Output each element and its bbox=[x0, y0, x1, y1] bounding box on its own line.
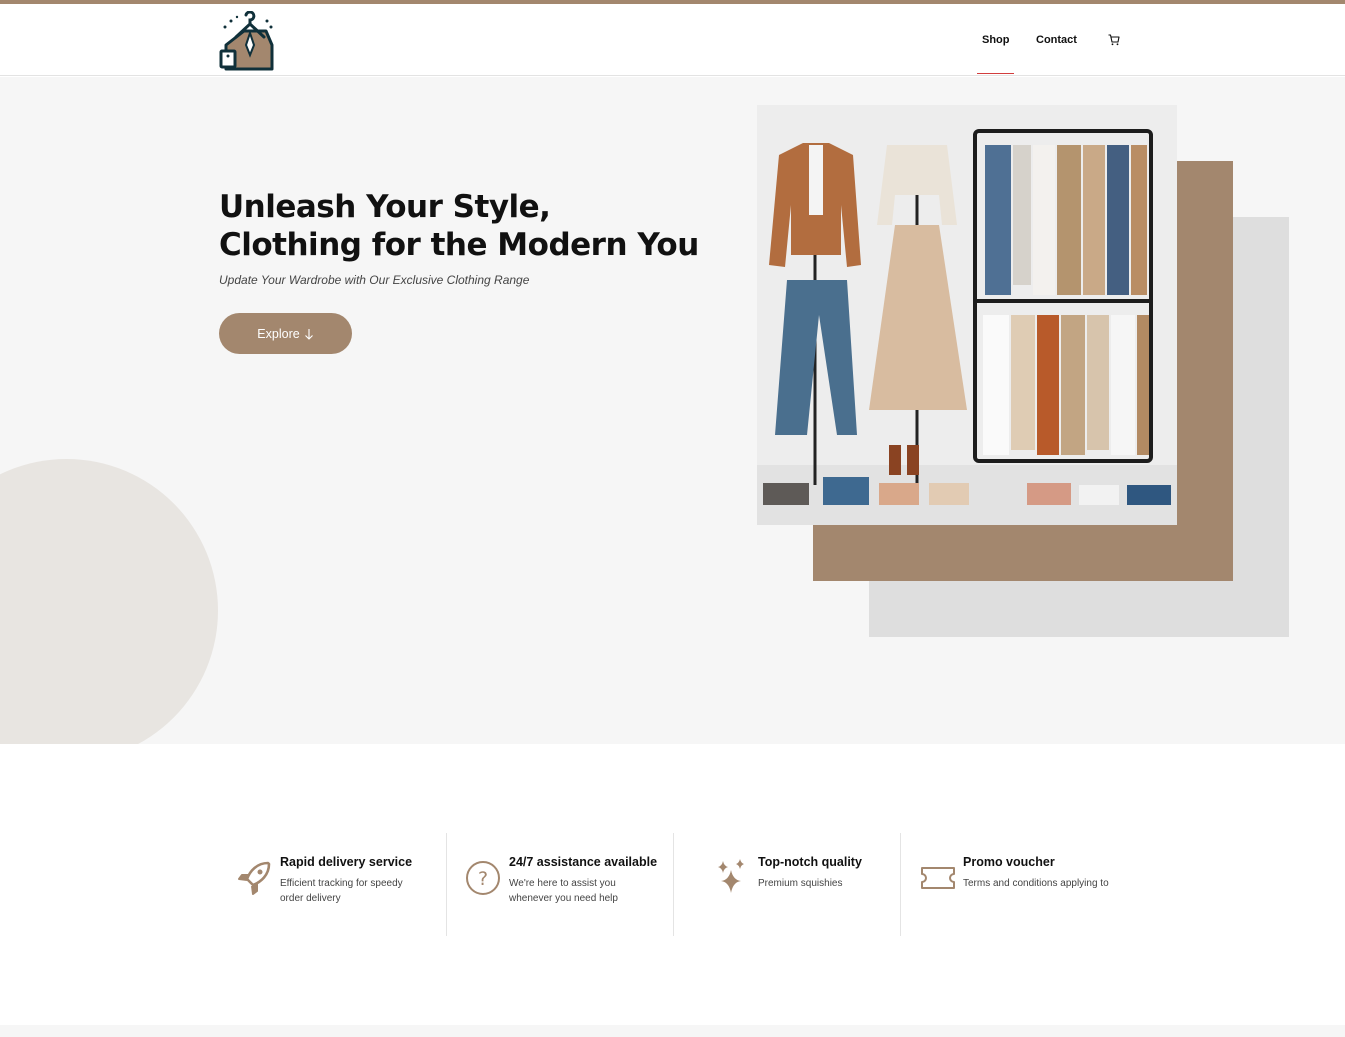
feature-description: We're here to assist you whenever you ne… bbox=[509, 878, 618, 904]
features-row: Rapid delivery service Efficient trackin… bbox=[219, 833, 1127, 936]
active-nav-indicator bbox=[977, 73, 1014, 74]
explore-button-label: Explore bbox=[257, 326, 300, 341]
nav-item-contact[interactable]: Contact bbox=[1036, 4, 1077, 76]
feature-title: 24/7 assistance available bbox=[509, 855, 658, 869]
site-logo[interactable] bbox=[219, 10, 277, 73]
hero-subtitle: Update Your Wardrobe with Our Exclusive … bbox=[219, 273, 530, 287]
site-header: Shop Contact bbox=[0, 4, 1345, 76]
nav-item-label: Contact bbox=[1036, 34, 1077, 46]
feature-item: Promo voucher Terms and conditions apply… bbox=[900, 833, 1127, 936]
ticket-icon bbox=[919, 857, 959, 897]
feature-item: Rapid delivery service Efficient trackin… bbox=[219, 833, 446, 936]
sparkles-icon bbox=[716, 857, 756, 897]
hanger-shirt-logo-icon bbox=[219, 10, 274, 71]
decorative-circle bbox=[0, 459, 218, 744]
hero-title: Unleash Your Style, Clothing for the Mod… bbox=[219, 189, 699, 263]
feature-title: Rapid delivery service bbox=[280, 855, 413, 869]
hero-section: Unleash Your Style, Clothing for the Mod… bbox=[0, 77, 1345, 744]
feature-item: ? 24/7 assistance available We're here t… bbox=[446, 833, 673, 936]
main-nav: Shop Contact bbox=[977, 4, 1121, 76]
svg-text:?: ? bbox=[478, 868, 488, 890]
cart-icon[interactable] bbox=[1107, 33, 1121, 47]
feature-description: Efficient tracking for speedy order deli… bbox=[280, 878, 403, 904]
explore-button[interactable]: Explore bbox=[219, 313, 352, 354]
nav-item-shop[interactable]: Shop bbox=[977, 4, 1019, 76]
feature-title: Top-notch quality bbox=[758, 855, 862, 869]
arrow-down-icon bbox=[304, 328, 313, 340]
rocket-icon bbox=[237, 857, 277, 897]
feature-item: Top-notch quality Premium squishies bbox=[673, 833, 900, 936]
footer-band bbox=[0, 1025, 1345, 1037]
feature-title: Promo voucher bbox=[963, 855, 1055, 869]
feature-description: Premium squishies bbox=[758, 878, 843, 889]
nav-item-label: Shop bbox=[982, 34, 1010, 46]
feature-description: Terms and conditions applying to bbox=[963, 878, 1109, 889]
clothing-rack-photo bbox=[757, 105, 1177, 525]
question-circle-icon: ? bbox=[465, 857, 505, 897]
